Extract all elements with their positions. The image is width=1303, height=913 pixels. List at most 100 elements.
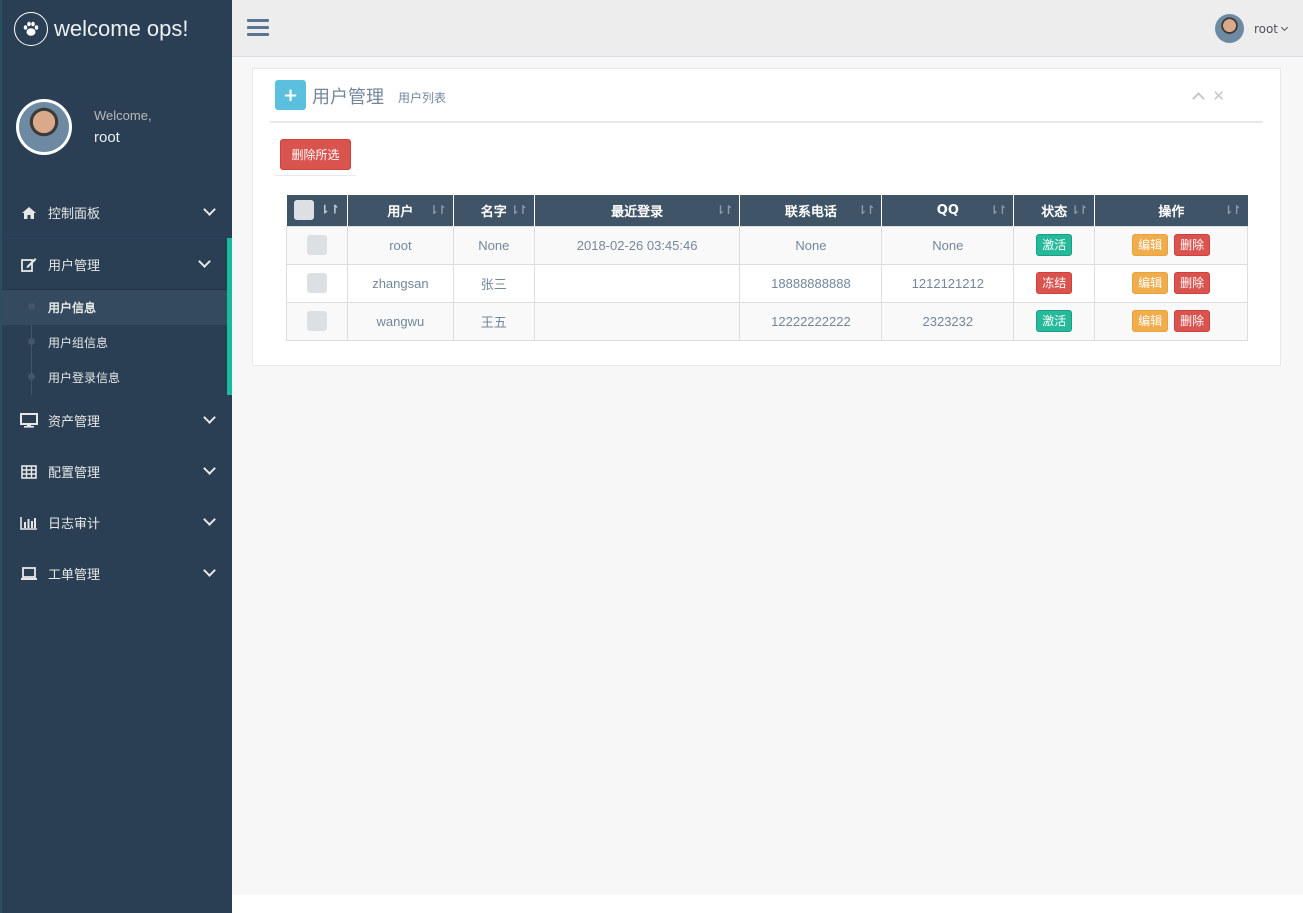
sidebar: welcome ops! Welcome, root 控制面板 用户管理 用户信… — [0, 0, 232, 913]
chevron-down-icon — [203, 203, 216, 216]
top-navbar: root — [232, 0, 1303, 57]
status-badge[interactable]: 激活 — [1036, 310, 1073, 332]
status-badge[interactable]: 冻结 — [1036, 272, 1073, 294]
status-badge[interactable]: 激活 — [1036, 234, 1073, 256]
sidebar-item-asset-management[interactable]: 资产管理 — [2, 395, 232, 446]
sidebar-item-user-management[interactable]: 用户管理 — [2, 238, 227, 289]
user-dropdown[interactable]: root — [1214, 14, 1289, 43]
collapse-icon[interactable] — [1192, 92, 1205, 105]
submenu-item-user-group-info[interactable]: 用户组信息 — [2, 325, 227, 360]
cell-name: 张三 — [452, 263, 535, 303]
chevron-down-icon — [203, 462, 216, 475]
sidebar-item-label: 用户管理 — [48, 258, 101, 274]
brand-name: welcome ops! — [54, 15, 189, 41]
delete-button[interactable]: 删除 — [1174, 310, 1211, 332]
profile-username: root — [94, 129, 120, 146]
bar-chart-icon — [18, 515, 40, 531]
top-username: root — [1253, 21, 1278, 36]
submenu-item-user-info[interactable]: 用户信息 — [2, 290, 227, 325]
add-user-button[interactable]: + — [275, 80, 306, 110]
select-all-header[interactable]: ⇂↾ — [286, 195, 348, 226]
sort-icon: ⇂↾ — [989, 203, 1007, 217]
cell-user: wangwu — [346, 301, 454, 341]
sidebar-group-user-management: 用户管理 用户信息 用户组信息 用户登录信息 — [2, 238, 232, 395]
cell-user: root — [346, 225, 454, 265]
column-header-status[interactable]: 状态 ⇂↾ — [1013, 195, 1096, 226]
desktop-icon — [18, 413, 40, 429]
table-row: zhangsan 张三 18888888888 1212121212 冻结 编辑… — [286, 263, 1248, 303]
row-checkbox[interactable] — [306, 273, 327, 293]
sidebar-item-dashboard[interactable]: 控制面板 — [2, 187, 232, 238]
paw-icon — [14, 11, 48, 46]
close-icon[interactable]: ✕ — [1212, 87, 1225, 105]
cell-user: zhangsan — [346, 263, 454, 303]
delete-button[interactable]: 删除 — [1174, 272, 1211, 294]
home-icon — [18, 205, 40, 221]
column-header-name[interactable]: 名字 ⇂↾ — [453, 195, 535, 226]
column-label: 最近登录 — [611, 204, 664, 220]
cell-qq: None — [881, 225, 1015, 265]
delete-selected-button[interactable]: 删除所选 — [280, 139, 351, 170]
edit-icon — [18, 256, 40, 272]
column-label: 用户 — [387, 204, 414, 220]
column-header-qq[interactable]: QQ ⇂↾ — [881, 195, 1015, 226]
column-label: 操作 — [1158, 204, 1185, 220]
sidebar-item-label: 资产管理 — [48, 415, 101, 430]
delete-button[interactable]: 删除 — [1174, 234, 1211, 256]
cell-last-login: 2018-02-26 03:45:46 — [533, 225, 741, 265]
main-content: + 用户管理 用户列表 ✕ 删除所选 ⇂↾ 用户 ⇂↾ 名字 ⇂↾ 最近登录 ⇂↾ 联… — [232, 57, 1303, 895]
laptop-icon — [18, 566, 40, 582]
table-row: root None 2018-02-26 03:45:46 None None … — [286, 225, 1248, 265]
sort-icon: ⇂↾ — [428, 203, 447, 217]
sidebar-item-config-management[interactable]: 配置管理 — [2, 446, 232, 497]
cell-qq: 1212121212 — [881, 263, 1015, 303]
user-list-panel: + 用户管理 用户列表 ✕ 删除所选 ⇂↾ 用户 ⇂↾ 名字 ⇂↾ 最近登录 ⇂↾ 联… — [252, 68, 1281, 366]
sidebar-item-label: 控制面板 — [48, 207, 101, 222]
panel-header: + 用户管理 用户列表 ✕ — [270, 79, 1263, 123]
column-header-last-login[interactable]: 最近登录 ⇂↾ — [534, 195, 741, 226]
cell-last-login — [533, 301, 741, 341]
profile: Welcome, root — [2, 77, 232, 177]
panel-title: 用户管理 — [312, 87, 384, 108]
submenu: 用户信息 用户组信息 用户登录信息 — [2, 289, 227, 395]
cell-phone: 18888888888 — [739, 263, 883, 303]
column-header-user[interactable]: 用户 ⇂↾ — [347, 195, 454, 226]
row-checkbox[interactable] — [306, 235, 327, 255]
sidebar-item-log-audit[interactable]: 日志审计 — [2, 497, 232, 548]
brand[interactable]: welcome ops! — [2, 0, 232, 57]
chevron-down-icon — [203, 564, 216, 577]
submenu-item-user-login-info[interactable]: 用户登录信息 — [2, 360, 227, 395]
cell-phone: 12222222222 — [739, 301, 883, 341]
welcome-text: Welcome, — [94, 108, 152, 123]
sort-icon: ⇂↾ — [319, 202, 340, 217]
edit-button[interactable]: 编辑 — [1132, 272, 1169, 294]
avatar — [1214, 14, 1244, 43]
column-label: 联系电话 — [784, 204, 837, 220]
sort-icon: ⇂↾ — [509, 203, 528, 217]
table-header-row: ⇂↾ 用户 ⇂↾ 名字 ⇂↾ 最近登录 ⇂↾ 联系电话 ⇂↾ QQ ⇂↾ 状态 ⇂↾ 操作 ⇂… — [286, 195, 1248, 226]
user-table: ⇂↾ 用户 ⇂↾ 名字 ⇂↾ 最近登录 ⇂↾ 联系电话 ⇂↾ QQ ⇂↾ 状态 ⇂↾ 操作 ⇂… — [286, 195, 1248, 341]
footer — [232, 895, 1303, 913]
cell-qq: 2323232 — [881, 301, 1015, 341]
column-label: 名字 — [480, 204, 507, 220]
select-all-checkbox[interactable] — [293, 200, 314, 221]
sidebar-item-ticket-management[interactable]: 工单管理 — [2, 548, 232, 599]
sidebar-menu: 控制面板 用户管理 用户信息 用户组信息 用户登录信息 资产管理 配置管理 日志… — [2, 187, 232, 599]
column-header-phone[interactable]: 联系电话 ⇂↾ — [739, 195, 883, 226]
chevron-down-icon — [1280, 23, 1289, 31]
menu-toggle-icon[interactable] — [247, 19, 269, 37]
cell-last-login — [533, 263, 741, 303]
column-label: 状态 — [1041, 204, 1068, 220]
column-header-actions[interactable]: 操作 ⇂↾ — [1094, 195, 1248, 226]
table-row: wangwu 王五 12222222222 2323232 激活 编辑 删除 — [286, 301, 1248, 341]
submenu-item-label: 用户组信息 — [48, 336, 109, 350]
row-checkbox[interactable] — [306, 311, 327, 331]
panel-subtitle: 用户列表 — [398, 91, 447, 105]
submenu-item-label: 用户登录信息 — [48, 371, 121, 385]
sidebar-item-label: 工单管理 — [48, 568, 101, 583]
edit-button[interactable]: 编辑 — [1132, 310, 1169, 332]
sidebar-item-label: 日志审计 — [48, 517, 101, 532]
sort-icon: ⇂↾ — [1070, 203, 1088, 217]
edit-button[interactable]: 编辑 — [1132, 234, 1169, 256]
avatar — [16, 99, 72, 155]
